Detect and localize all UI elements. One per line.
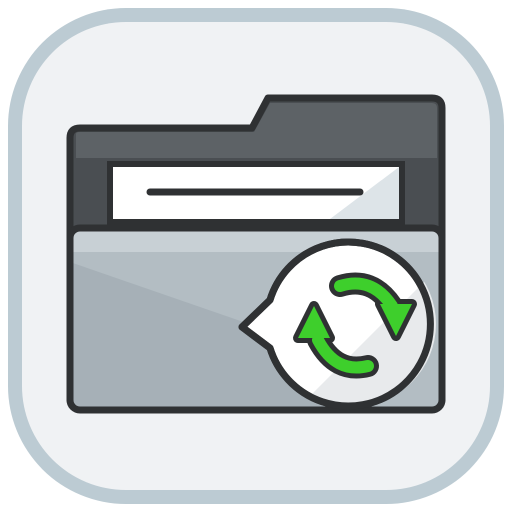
folder-sync-app-icon: [0, 0, 512, 512]
folder-sync-icon: [8, 8, 504, 504]
